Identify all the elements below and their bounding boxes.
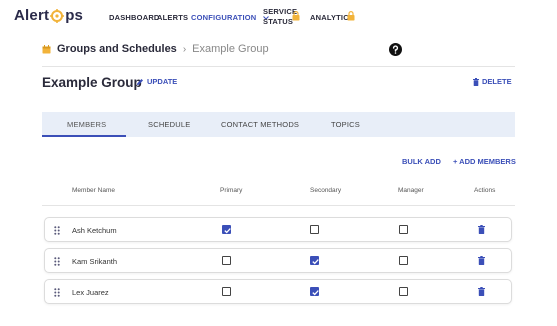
delete-button-label: DELETE — [482, 77, 512, 86]
logo-mark-icon — [50, 8, 65, 23]
delete-button[interactable]: DELETE — [473, 77, 512, 86]
primary-checkbox[interactable] — [222, 225, 231, 234]
breadcrumb: Groups and Schedules › Example Group — [42, 43, 269, 55]
column-header-member-name: Member Name — [72, 187, 115, 194]
help-circle-icon[interactable] — [389, 43, 402, 56]
alertops-logo[interactable]: Alert ps — [14, 7, 83, 24]
trash-icon[interactable] — [478, 256, 485, 265]
nav-configuration-label: CONFIGURATION — [191, 13, 257, 22]
breadcrumb-current: Example Group — [192, 43, 269, 55]
manager-checkbox[interactable] — [399, 225, 408, 234]
secondary-checkbox[interactable] — [310, 225, 319, 234]
tab-schedule[interactable]: SCHEDULE — [148, 120, 190, 129]
add-members-button[interactable]: + ADD MEMBERS — [453, 157, 516, 166]
calendar-icon — [42, 44, 51, 53]
secondary-checkbox[interactable] — [310, 287, 319, 296]
table-row: Kam Srikanth — [44, 248, 512, 273]
nav-dashboard[interactable]: DASHBOARD — [109, 13, 160, 22]
breadcrumb-root[interactable]: Groups and Schedules — [57, 43, 177, 55]
table-row: Lex Juarez — [44, 279, 512, 304]
tab-topics[interactable]: TOPICS — [331, 120, 360, 129]
column-header-manager: Manager — [398, 187, 424, 194]
active-tab-indicator — [42, 135, 126, 137]
column-header-actions: Actions — [474, 187, 496, 194]
table-row: Ash Ketchum — [44, 217, 512, 242]
divider — [42, 66, 515, 67]
page-title: Example Group — [42, 75, 142, 90]
update-button[interactable]: UPDATE — [136, 77, 177, 86]
logo-text-left: Alert — [14, 7, 50, 24]
primary-checkbox[interactable] — [222, 256, 231, 265]
primary-checkbox[interactable] — [222, 287, 231, 296]
trash-icon[interactable] — [478, 225, 485, 234]
tab-contact-methods[interactable]: CONTACT METHODS — [221, 120, 299, 129]
divider — [42, 205, 515, 206]
top-navigation: Alert ps DASHBOARD ALERTS CONFIGURATION … — [0, 0, 557, 34]
bulk-add-button[interactable]: BULK ADD — [402, 157, 441, 166]
lock-icon — [292, 11, 300, 21]
logo-text-right: ps — [65, 7, 84, 24]
lock-icon — [347, 11, 355, 21]
drag-handle-icon[interactable] — [54, 288, 60, 297]
breadcrumb-separator: › — [182, 43, 187, 55]
manager-checkbox[interactable] — [399, 287, 408, 296]
member-name: Kam Srikanth — [72, 257, 118, 266]
nav-alerts[interactable]: ALERTS — [157, 13, 188, 22]
drag-handle-icon[interactable] — [54, 226, 60, 235]
trash-icon — [473, 77, 479, 86]
tab-members[interactable]: MEMBERS — [67, 120, 106, 129]
trash-icon[interactable] — [478, 287, 485, 296]
pencil-icon — [137, 78, 143, 85]
member-name: Lex Juarez — [72, 288, 109, 297]
nav-configuration[interactable]: CONFIGURATION — [191, 13, 269, 22]
tab-bar: MEMBERS SCHEDULE CONTACT METHODS TOPICS — [42, 112, 515, 137]
manager-checkbox[interactable] — [399, 256, 408, 265]
drag-handle-icon[interactable] — [54, 257, 60, 266]
nav-service-status-line2: STATUS — [263, 17, 294, 26]
secondary-checkbox[interactable] — [310, 256, 319, 265]
column-header-primary: Primary — [220, 187, 243, 194]
column-header-secondary: Secondary — [310, 187, 342, 194]
member-name: Ash Ketchum — [72, 226, 117, 235]
update-button-label: UPDATE — [147, 77, 178, 86]
